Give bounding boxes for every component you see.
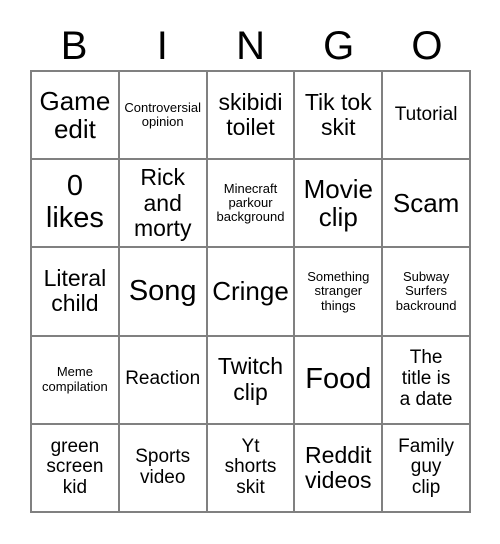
bingo-cell[interactable]: Subway Surfers backround [383, 248, 471, 337]
bingo-cell-label: 0 likes [45, 170, 104, 235]
bingo-cell[interactable]: Literal child [32, 248, 120, 337]
bingo-card: B I N G O Game edit Controversial opinio… [0, 0, 500, 544]
bingo-header-letter-o: O [411, 24, 443, 68]
bingo-header-letter-n: N [236, 24, 265, 68]
bingo-cell[interactable]: Rick and morty [119, 160, 208, 249]
bingo-cell-label: Controversial opinion [124, 99, 201, 130]
bingo-cell[interactable]: skibidi toilet [207, 72, 296, 161]
bingo-cell[interactable]: Game edit [32, 72, 120, 161]
bingo-cell-label: Minecraft parkour background [216, 180, 285, 225]
bingo-header: B I N G O [30, 22, 471, 70]
bingo-cell[interactable]: green screen kid [32, 424, 120, 513]
bingo-cell-label: Literal child [43, 265, 107, 317]
bingo-cell-label: Yt shorts skit [224, 435, 277, 499]
bingo-cell-label: Tutorial [394, 103, 458, 125]
bingo-cell[interactable]: Cringe [207, 248, 296, 337]
bingo-cell-label: Scam [392, 187, 460, 218]
bingo-cell-label: Subway Surfers backround [395, 269, 457, 313]
bingo-cell[interactable]: Meme compilation [32, 336, 120, 425]
bingo-cell-label: Reddit videos [305, 441, 372, 493]
bingo-cell[interactable]: Tik tok skit [295, 72, 384, 161]
bingo-cell[interactable]: Yt shorts skit [207, 424, 296, 513]
bingo-cell[interactable]: Song [119, 248, 208, 337]
bingo-cell-label: Something stranger things [307, 269, 370, 313]
bingo-cell[interactable]: Reaction [119, 336, 208, 425]
bingo-cell-label: green screen kid [46, 435, 104, 499]
bingo-cell-label: Sports video [135, 446, 191, 488]
bingo-header-letter-g: G [323, 24, 355, 68]
bingo-cell[interactable]: Reddit videos [295, 424, 384, 513]
bingo-cell-label: Food [305, 362, 372, 395]
bingo-cell-label: Meme compilation [42, 364, 108, 394]
bingo-cell[interactable]: Sports video [119, 424, 208, 513]
bingo-grid: Game edit Controversial opinion skibidi … [30, 70, 471, 513]
bingo-cell[interactable]: Family guy clip [383, 424, 471, 513]
bingo-cell-label: skibidi toilet [218, 88, 283, 141]
bingo-cell-label: Cringe [212, 276, 289, 307]
bingo-cell[interactable]: Twitch clip [207, 336, 296, 425]
bingo-cell[interactable]: Minecraft parkour background [207, 160, 296, 249]
bingo-cell[interactable]: Movie clip [295, 160, 384, 249]
bingo-cell[interactable]: Something stranger things [295, 248, 384, 337]
bingo-cell-label: Movie clip [303, 173, 373, 233]
bingo-cell-label: Rick and morty [133, 164, 192, 241]
bingo-cell-label: Family guy clip [398, 435, 455, 499]
bingo-cell-label: Game edit [39, 85, 111, 145]
bingo-cell-label: Tik tok skit [304, 88, 372, 141]
bingo-cell[interactable]: 0 likes [32, 160, 120, 249]
bingo-cell[interactable]: Tutorial [383, 72, 471, 161]
bingo-cell[interactable]: The title is a date [383, 336, 471, 425]
bingo-cell-label: Twitch clip [217, 353, 284, 405]
bingo-cell-label: The title is a date [399, 347, 453, 411]
bingo-header-letter-i: I [156, 24, 168, 68]
bingo-cell[interactable]: Food [295, 336, 384, 425]
bingo-cell[interactable]: Scam [383, 160, 471, 249]
bingo-cell-label: Reaction [125, 368, 201, 390]
bingo-header-letter-b: B [60, 24, 88, 68]
bingo-cell[interactable]: Controversial opinion [119, 72, 208, 161]
bingo-cell-label: Song [128, 274, 197, 307]
